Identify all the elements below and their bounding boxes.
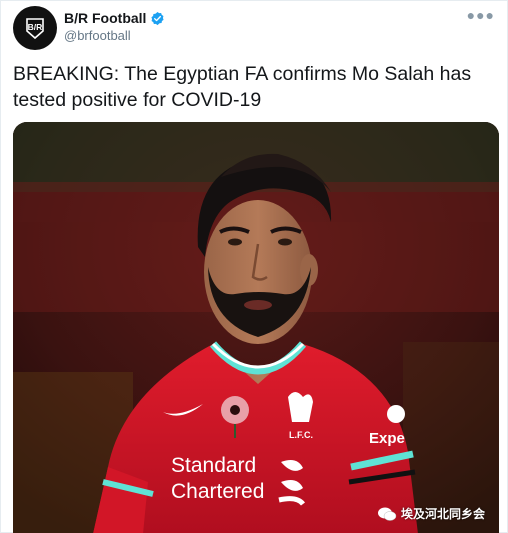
lfc-crest-icon: L.F.C. [288,392,313,440]
verified-badge-icon [151,11,164,25]
author-avatar[interactable]: B/R [13,6,57,50]
avatar-text: B/R [28,22,43,32]
salah-photo: L.F.C. Expe Standard Chartered [13,122,499,533]
wechat-icon [377,507,397,521]
tweet-text: BREAKING: The Egyptian FA confirms Mo Sa… [13,63,472,111]
sleeve-sponsor: Expe [369,430,405,447]
more-icon[interactable]: ●●● [467,7,495,23]
expedia-logo-icon [387,405,405,423]
watermark-text: 埃及河北同乡会 [400,507,485,521]
author-handle[interactable]: @brfootball [64,28,131,43]
br-logo-icon: B/R [14,7,56,49]
author-name[interactable]: B/R Football [64,10,146,26]
author-name-row[interactable]: B/R Football [64,10,165,26]
watermark: 埃及河北同乡会 [377,505,485,522]
sponsor-line-1: Standard [171,454,256,477]
tweet-card: B/R B/R Football @brfootball ●●● BREAKIN… [0,0,508,533]
crest-text: L.F.C. [289,430,313,440]
sponsor-line-2: Chartered [171,480,264,503]
tweet-media-photo[interactable]: L.F.C. Expe Standard Chartered 埃及河北同乡会 [13,122,499,533]
